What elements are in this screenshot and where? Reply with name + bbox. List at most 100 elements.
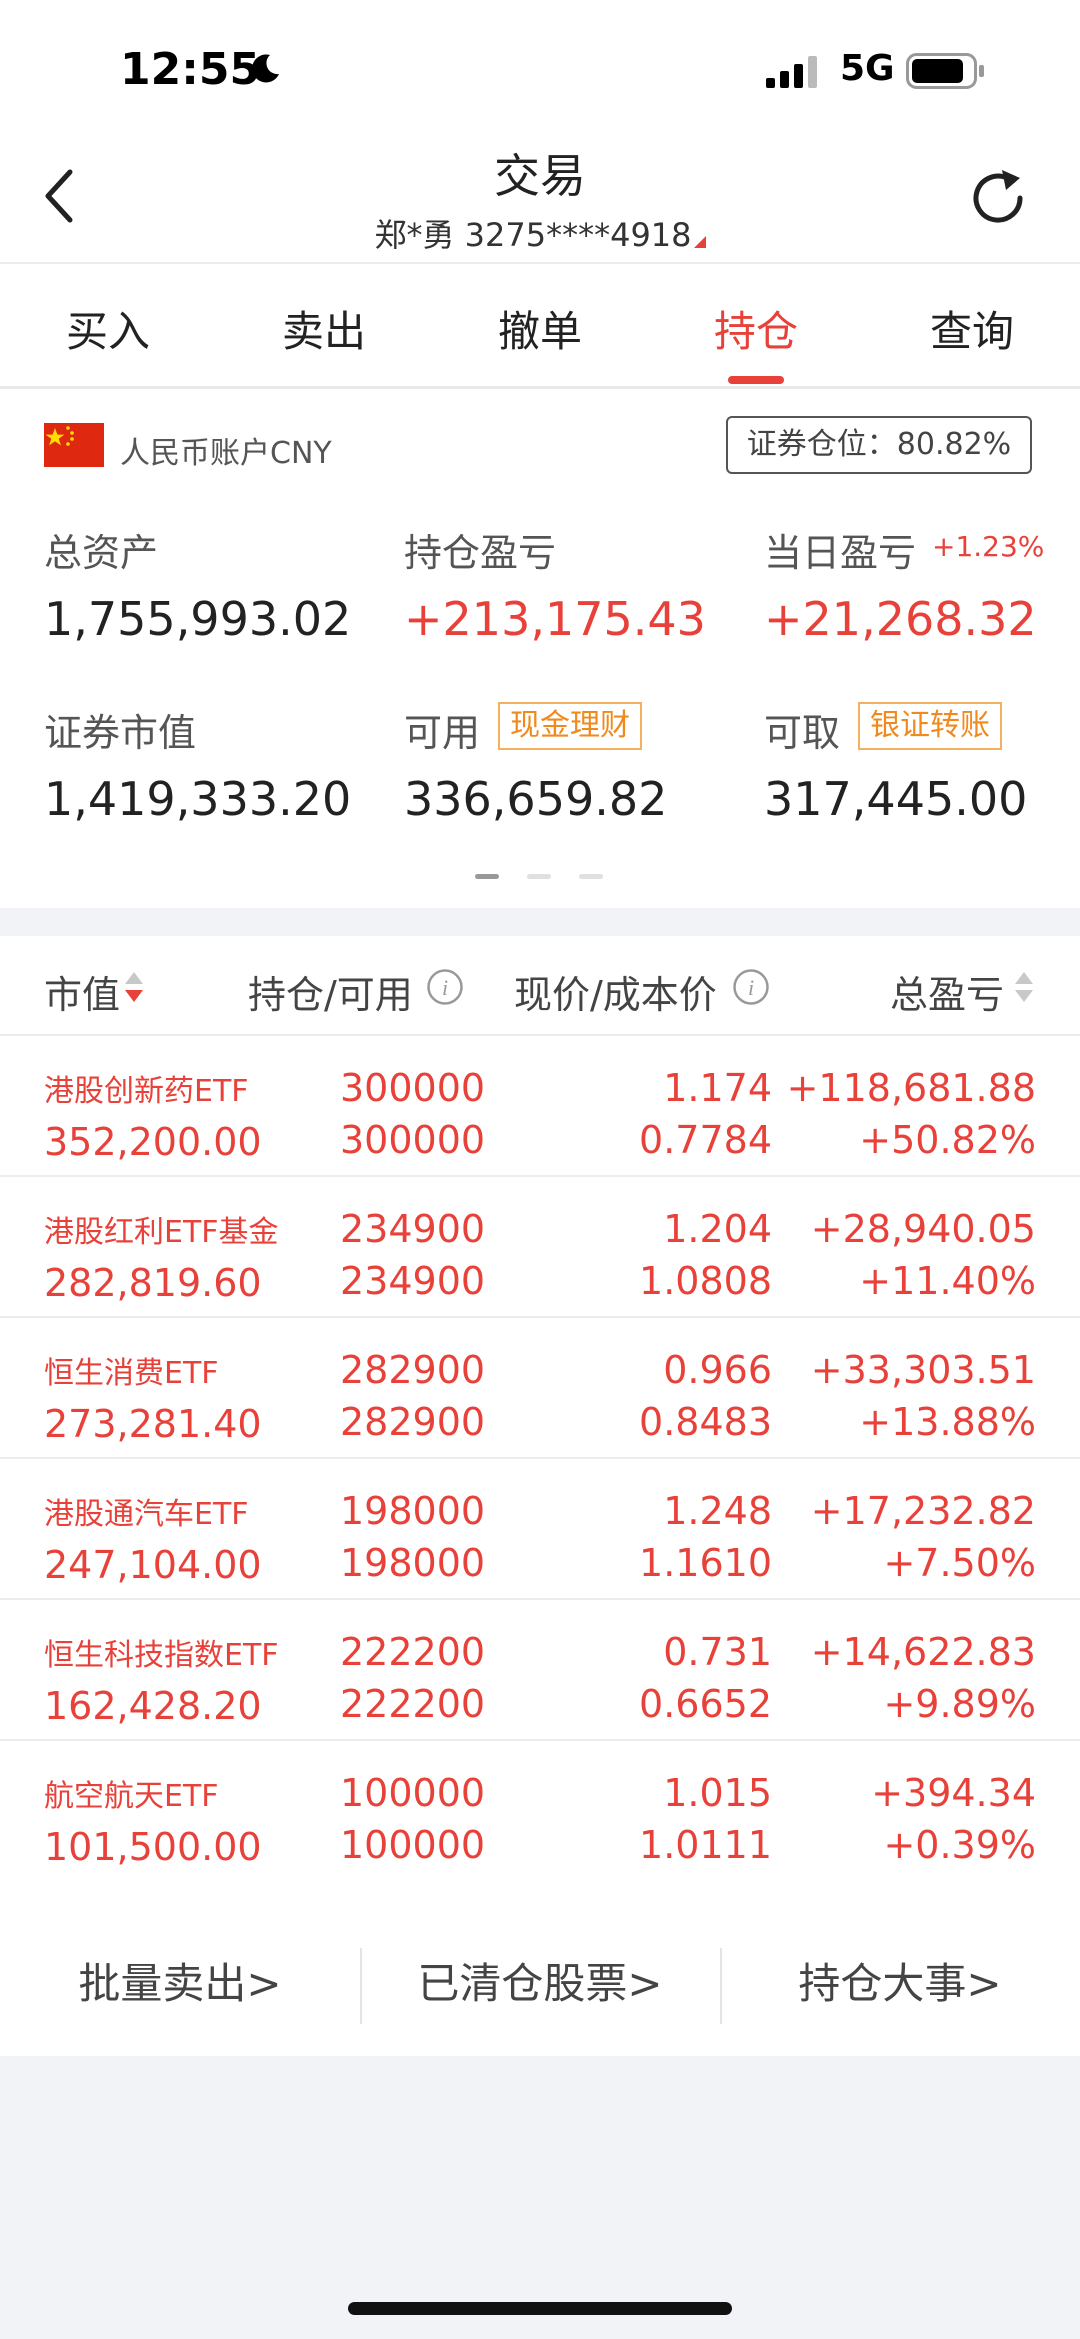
china-flag-icon	[44, 423, 104, 467]
holdings-table: 市值 持仓/可用 i 现价/成本价 i 总盈亏 港股创新药ETF 352,200…	[0, 936, 1080, 1882]
tab-cancel-order[interactable]: 撤单	[432, 298, 648, 359]
stock-pl: +14,622.83	[810, 1630, 1036, 1674]
caret-icon	[693, 236, 706, 248]
moon-icon	[252, 54, 279, 83]
stock-market-value: 282,819.60	[44, 1261, 262, 1305]
stock-pl: +28,940.05	[810, 1207, 1036, 1251]
stock-pl: +118,681.88	[786, 1066, 1036, 1110]
stock-cost: 0.8483	[639, 1400, 772, 1444]
stock-pl-percent: +0.39%	[883, 1823, 1036, 1867]
bank-transfer-button[interactable]: 银证转账	[858, 702, 1002, 750]
stock-name: 港股红利ETF基金	[44, 1215, 279, 1250]
stock-pl: +394.34	[871, 1771, 1036, 1815]
stock-cost: 1.0111	[639, 1823, 772, 1867]
stock-name: 港股创新药ETF	[44, 1074, 249, 1109]
header-price-label: 现价/成本价	[514, 973, 717, 1017]
holding-events-button[interactable]: 持仓大事>	[720, 1950, 1080, 2011]
stock-market-value: 273,281.40	[44, 1402, 262, 1446]
status-time: 12:55	[120, 44, 261, 95]
sort-icon[interactable]	[124, 970, 144, 1006]
svg-text:i: i	[442, 975, 448, 1000]
position-ratio-badge[interactable]: 证券仓位：80.82%	[726, 416, 1032, 474]
account-selector[interactable]: 郑*勇 3275****4918	[0, 210, 1080, 256]
tab-positions[interactable]: 持仓	[648, 298, 864, 359]
sort-icon[interactable]	[1014, 970, 1034, 1006]
info-icon[interactable]: i	[426, 968, 464, 1006]
stock-pl: +33,303.51	[810, 1348, 1036, 1392]
stock-position: 234900	[340, 1207, 486, 1251]
stock-price: 0.966	[663, 1348, 772, 1392]
stock-price: 0.731	[663, 1630, 772, 1674]
stock-available: 222200	[340, 1682, 486, 1726]
header-total-pl[interactable]: 总盈亏	[890, 964, 1004, 1019]
stock-market-value: 162,428.20	[44, 1684, 262, 1728]
stock-price: 1.015	[663, 1771, 772, 1815]
stock-name: 航空航天ETF	[44, 1779, 219, 1814]
header-market-value[interactable]: 市值	[44, 964, 120, 1019]
stock-pl-percent: +9.89%	[883, 1682, 1036, 1726]
stock-pl-percent: +11.40%	[859, 1259, 1036, 1303]
table-row[interactable]: 港股红利ETF基金 282,819.60 234900 234900 1.204…	[0, 1177, 1080, 1318]
daily-pl-label: 当日盈亏	[764, 531, 917, 575]
tabs-divider	[0, 386, 1080, 389]
cleared-stocks-button[interactable]: 已清仓股票>	[360, 1950, 720, 2011]
network-type: 5G	[840, 48, 895, 89]
market-value-value: 1,419,333.20	[44, 772, 352, 826]
home-indicator[interactable]	[348, 2302, 732, 2315]
tab-buy[interactable]: 买入	[0, 298, 216, 359]
table-row[interactable]: 港股创新药ETF 352,200.00 300000 300000 1.174 …	[0, 1036, 1080, 1177]
active-tab-indicator	[728, 376, 784, 384]
stock-market-value: 101,500.00	[44, 1825, 262, 1869]
stock-position: 100000	[340, 1771, 486, 1815]
table-row[interactable]: 恒生消费ETF 273,281.40 282900 282900 0.966 0…	[0, 1318, 1080, 1459]
stock-pl-percent: +13.88%	[859, 1400, 1036, 1444]
stock-available: 282900	[340, 1400, 486, 1444]
info-icon[interactable]: i	[732, 968, 770, 1006]
total-assets-label: 总资产	[44, 531, 159, 575]
battery-icon	[906, 53, 984, 89]
stock-position: 222200	[340, 1630, 486, 1674]
page-title: 交易	[494, 149, 586, 203]
header-divider	[0, 262, 1080, 264]
stock-pl: +17,232.82	[810, 1489, 1036, 1533]
holding-pl-value: +213,175.43	[404, 592, 706, 646]
table-row[interactable]: 恒生科技指数ETF 162,428.20 222200 222200 0.731…	[0, 1600, 1080, 1741]
account-number: 郑*勇 3275****4918	[374, 216, 692, 254]
stock-market-value: 352,200.00	[44, 1120, 262, 1164]
stock-available: 198000	[340, 1541, 486, 1585]
stock-cost: 0.7784	[639, 1118, 772, 1162]
header-position-label: 持仓/可用	[248, 973, 413, 1017]
daily-pl-percent: +1.23%	[932, 530, 1045, 563]
cash-management-button[interactable]: 现金理财	[498, 702, 642, 750]
page-dot-3	[579, 874, 603, 879]
stock-position: 198000	[340, 1489, 486, 1533]
available-label: 可用	[404, 711, 481, 755]
stock-price: 1.204	[663, 1207, 772, 1251]
refresh-icon[interactable]	[966, 166, 1030, 230]
stock-pl-percent: +50.82%	[859, 1118, 1036, 1162]
stock-cost: 1.0808	[639, 1259, 772, 1303]
stock-available: 300000	[340, 1118, 486, 1162]
table-row[interactable]: 港股通汽车ETF 247,104.00 198000 198000 1.248 …	[0, 1459, 1080, 1600]
page-dot-2	[527, 874, 551, 879]
withdrawable-value: 317,445.00	[764, 772, 1028, 826]
header-position: 持仓/可用	[248, 964, 413, 1019]
stock-cost: 0.6652	[639, 1682, 772, 1726]
stock-position: 300000	[340, 1066, 486, 1110]
holding-pl-label: 持仓盈亏	[404, 531, 557, 575]
signal-icon	[766, 56, 817, 88]
stock-price: 1.248	[663, 1489, 772, 1533]
table-row[interactable]: 航空航天ETF 101,500.00 100000 100000 1.015 1…	[0, 1741, 1080, 1882]
account-currency: 人民币账户CNY	[120, 436, 332, 471]
stock-market-value: 247,104.00	[44, 1543, 262, 1587]
tab-query[interactable]: 查询	[864, 298, 1080, 359]
stock-cost: 1.1610	[639, 1541, 772, 1585]
stock-name: 恒生科技指数ETF	[44, 1638, 279, 1673]
header-price: 现价/成本价	[514, 964, 717, 1019]
withdrawable-label: 可取	[764, 711, 841, 755]
total-assets-value: 1,755,993.02	[44, 592, 352, 646]
daily-pl-value: +21,268.32	[764, 592, 1037, 646]
header-market-value-label: 市值	[44, 973, 121, 1017]
tab-sell[interactable]: 卖出	[216, 298, 432, 359]
batch-sell-button[interactable]: 批量卖出>	[0, 1950, 360, 2011]
